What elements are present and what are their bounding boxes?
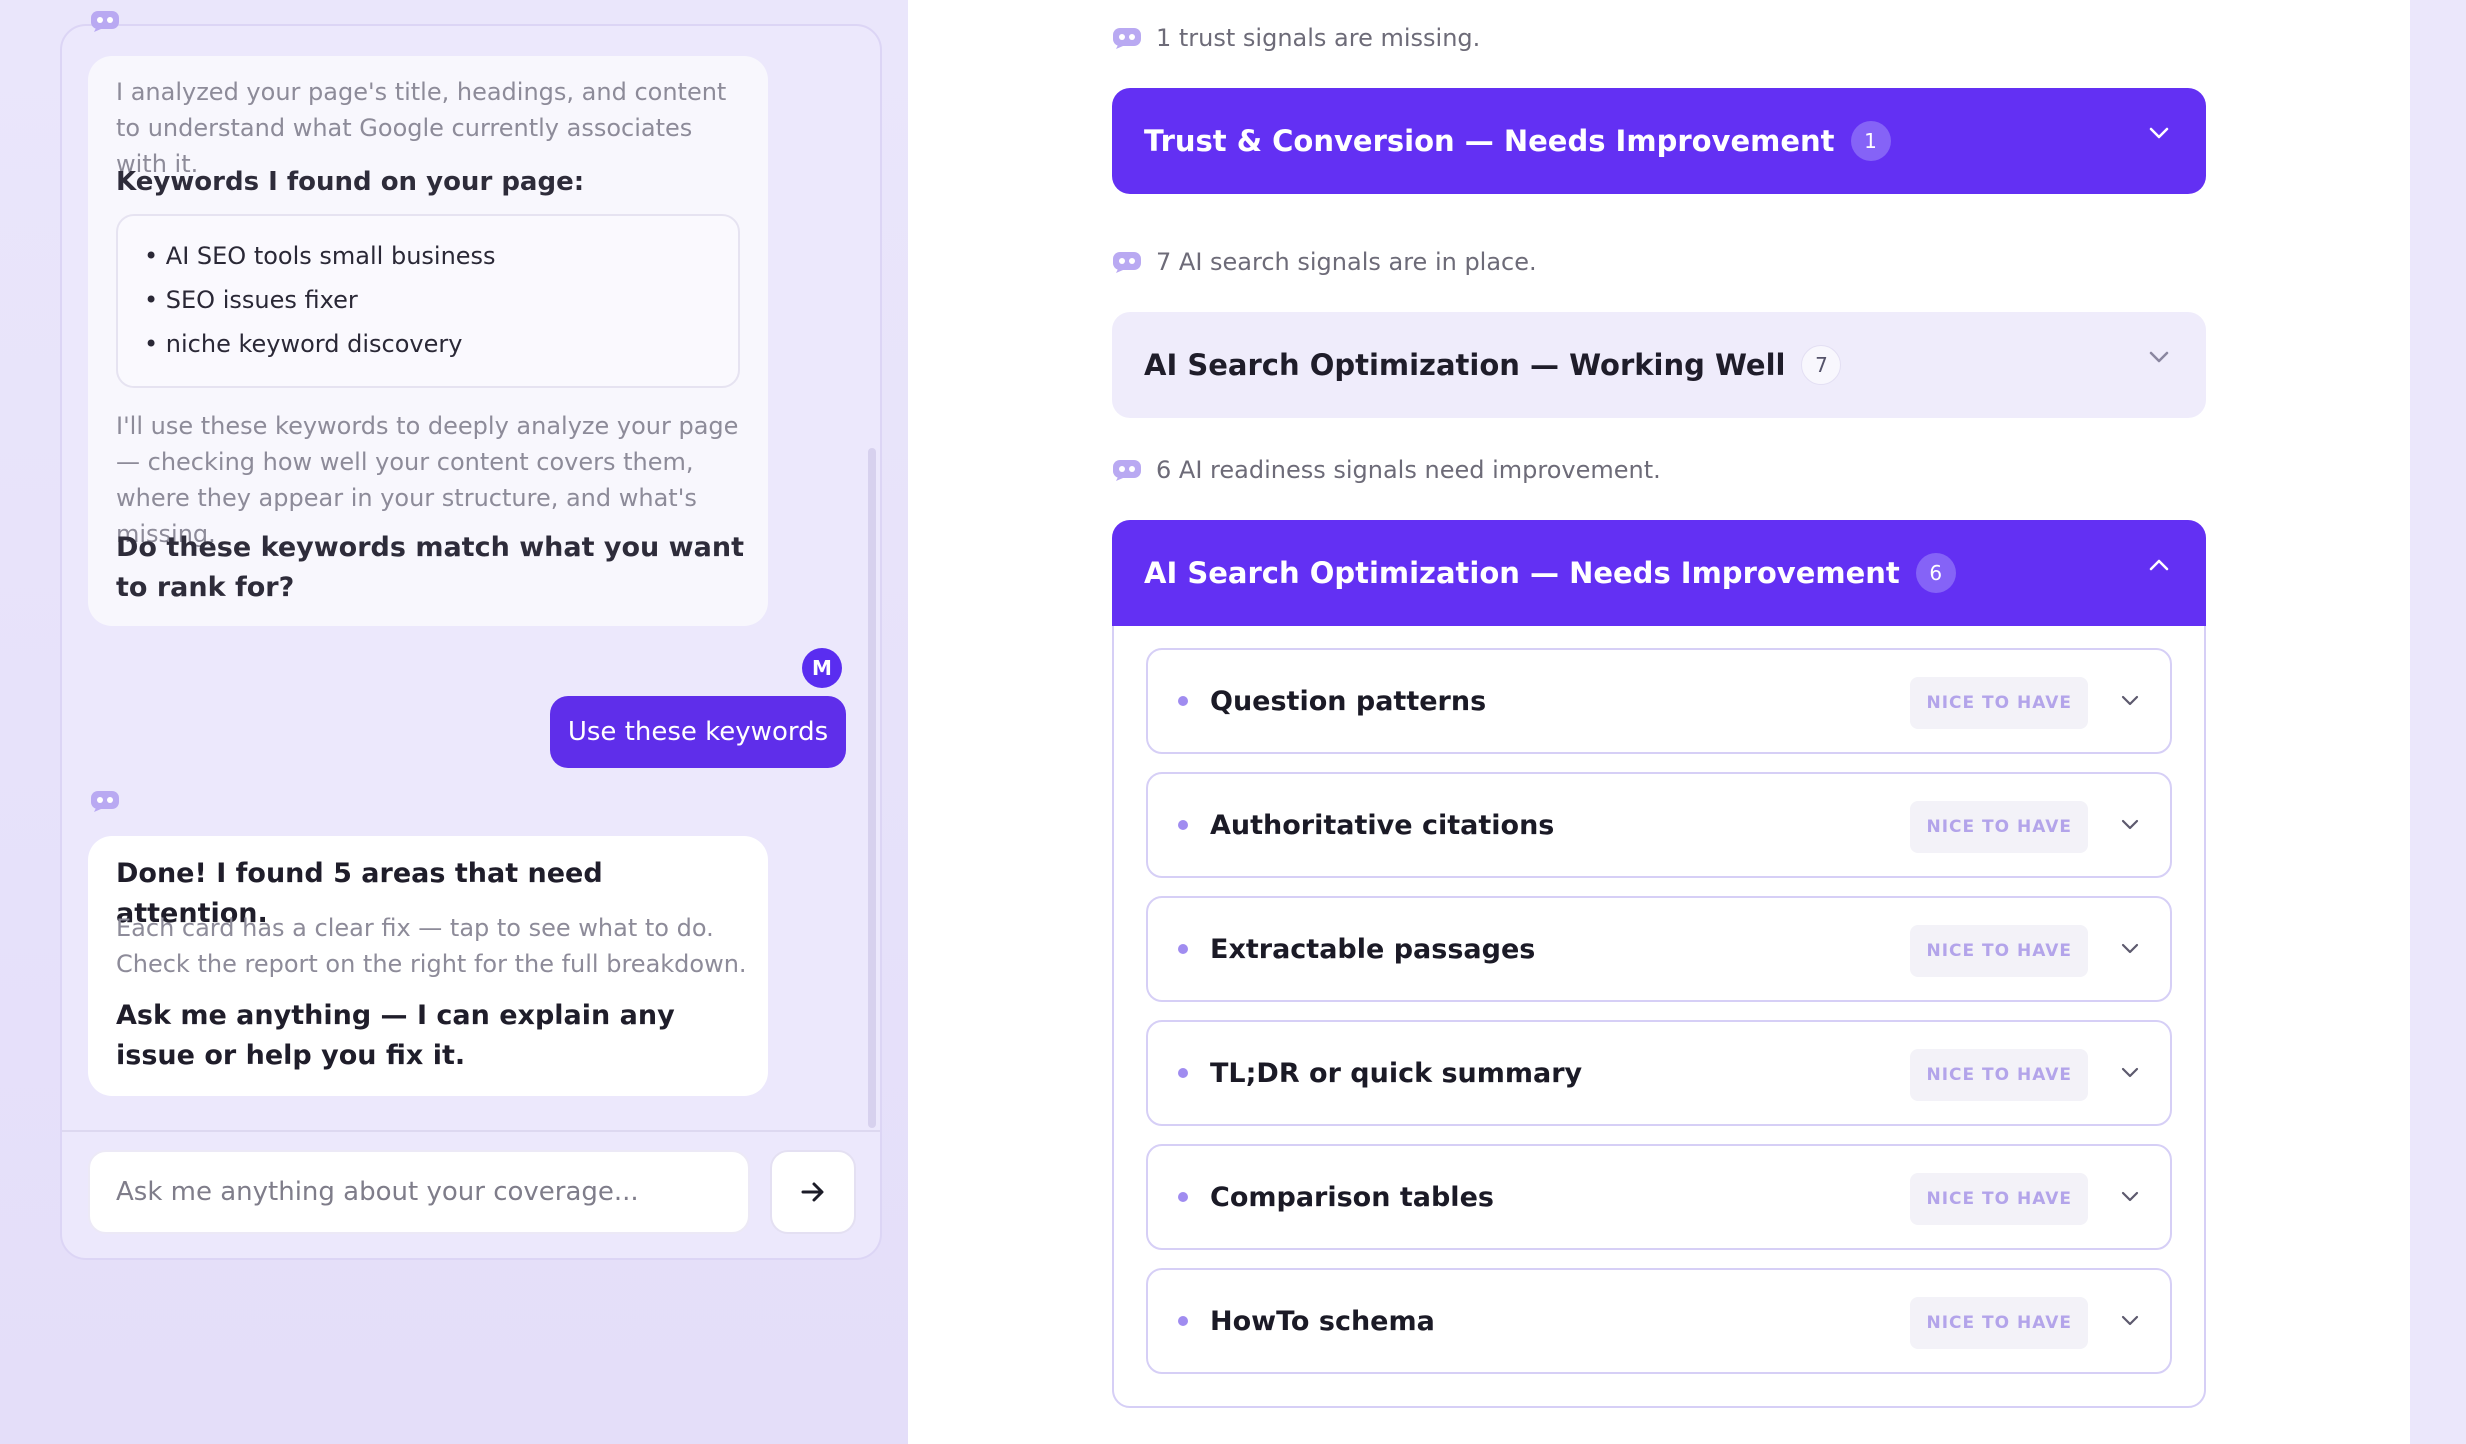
item-label: Comparison tables xyxy=(1210,1181,1494,1213)
chevron-down-icon xyxy=(2149,127,2169,139)
chevron-down-icon xyxy=(2121,1191,2139,1202)
input-divider xyxy=(62,1130,880,1132)
section-status-ai-working: 7 AI search signals are in place. xyxy=(1112,248,1537,276)
keywords-question: Do these keywords match what you want to… xyxy=(116,532,744,603)
user-message-use-keywords[interactable]: Use these keywords xyxy=(550,696,846,768)
bullet-dot xyxy=(1178,1316,1188,1326)
bullet-dot xyxy=(1178,1068,1188,1078)
done-cta: Ask me anything — I can explain any issu… xyxy=(116,1000,675,1071)
item-label: TL;DR or quick summary xyxy=(1210,1057,1583,1089)
chevron-down-icon xyxy=(2121,819,2139,830)
keyword-item: • niche keyword discovery xyxy=(144,330,463,358)
done-text: Each card has a clear fix — tap to see w… xyxy=(116,914,747,978)
chat-scrollbar[interactable] xyxy=(868,448,876,1128)
priority-badge: NICE TO HAVE xyxy=(1910,1049,2088,1101)
priority-badge: NICE TO HAVE xyxy=(1910,1173,2088,1225)
section-count-badge: 6 xyxy=(1915,553,1956,593)
list-item-extractable-passages[interactable]: Extractable passages NICE TO HAVE xyxy=(1146,896,2172,1002)
list-item-howto-schema[interactable]: HowTo schema NICE TO HAVE xyxy=(1146,1268,2172,1374)
item-label: Extractable passages xyxy=(1210,933,1536,965)
section-title: AI Search Optimization — Needs Improveme… xyxy=(1144,556,1900,590)
send-button[interactable] xyxy=(770,1150,856,1234)
item-label: HowTo schema xyxy=(1210,1305,1435,1337)
assistant-bot-icon xyxy=(91,11,119,32)
assistant-bot-icon xyxy=(91,791,119,812)
bullet-dot xyxy=(1178,696,1188,706)
section-count-badge: 1 xyxy=(1850,121,1891,161)
section-status-ai-needs-improvement: 6 AI readiness signals need improvement. xyxy=(1112,456,1661,484)
priority-badge: NICE TO HAVE xyxy=(1910,1297,2088,1349)
user-avatar: M xyxy=(802,648,842,688)
arrow-right-icon xyxy=(801,1182,824,1202)
section-title: AI Search Optimization — Working Well xyxy=(1144,348,1786,382)
section-count-badge: 7 xyxy=(1801,345,1842,385)
keywords-heading: Keywords I found on your page: xyxy=(116,167,585,197)
section-ai-search-needs-improvement[interactable]: AI Search Optimization — Needs Improveme… xyxy=(1112,520,2206,626)
chevron-down-icon xyxy=(2149,351,2169,363)
chevron-down-icon xyxy=(2121,695,2139,706)
item-label: Question patterns xyxy=(1210,685,1487,717)
status-text: 7 AI search signals are in place. xyxy=(1156,248,1537,276)
bullet-dot xyxy=(1178,820,1188,830)
section-ai-search-working-well[interactable]: AI Search Optimization — Working Well 7 xyxy=(1112,312,2206,418)
section-status-trust: 1 trust signals are missing. xyxy=(1112,24,1480,52)
status-text: 1 trust signals are missing. xyxy=(1156,24,1481,52)
bullet-dot xyxy=(1178,1192,1188,1202)
list-item-question-patterns[interactable]: Question patterns NICE TO HAVE xyxy=(1146,648,2172,754)
keyword-item: • SEO issues fixer xyxy=(144,286,358,314)
list-item-authoritative-citations[interactable]: Authoritative citations NICE TO HAVE xyxy=(1146,772,2172,878)
priority-badge: NICE TO HAVE xyxy=(1910,925,2088,977)
section-trust-conversion[interactable]: Trust & Conversion — Needs Improvement 1 xyxy=(1112,88,2206,194)
chevron-up-icon xyxy=(2149,559,2169,571)
status-text: 6 AI readiness signals need improvement. xyxy=(1156,456,1661,484)
list-item-comparison-tables[interactable]: Comparison tables NICE TO HAVE xyxy=(1146,1144,2172,1250)
chevron-down-icon xyxy=(2121,1315,2139,1326)
keyword-item: • AI SEO tools small business xyxy=(144,242,496,270)
right-edge-background xyxy=(2410,0,2466,1444)
assistant-bot-icon xyxy=(1113,252,1141,273)
list-item-tldr-summary[interactable]: TL;DR or quick summary NICE TO HAVE xyxy=(1146,1020,2172,1126)
item-label: Authoritative citations xyxy=(1210,809,1555,841)
chevron-down-icon xyxy=(2121,1067,2139,1078)
chat-input[interactable] xyxy=(88,1150,750,1234)
assistant-bot-icon xyxy=(1113,460,1141,481)
chevron-down-icon xyxy=(2121,943,2139,954)
priority-badge: NICE TO HAVE xyxy=(1910,677,2088,729)
priority-badge: NICE TO HAVE xyxy=(1910,801,2088,853)
bullet-dot xyxy=(1178,944,1188,954)
assistant-bot-icon xyxy=(1113,28,1141,49)
section-title: Trust & Conversion — Needs Improvement xyxy=(1144,124,1835,158)
